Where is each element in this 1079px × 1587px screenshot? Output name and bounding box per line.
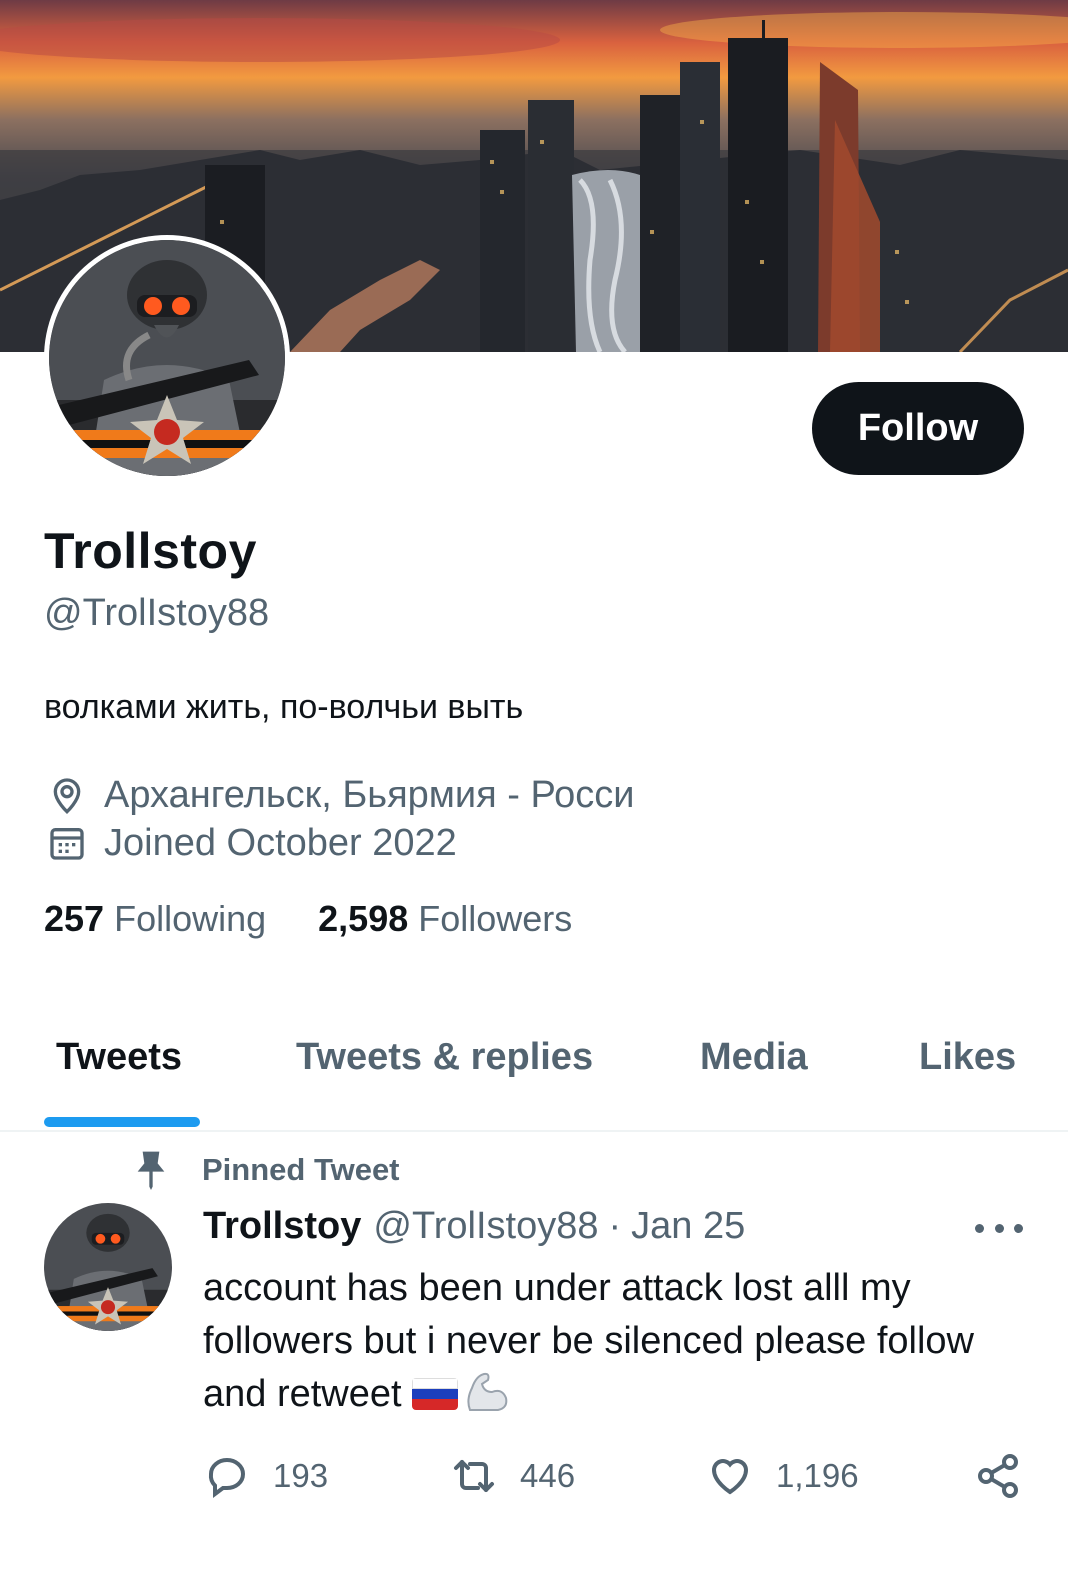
tweet-separator: · bbox=[608, 1205, 622, 1247]
profile-handle: @TrolIstoy88 bbox=[44, 592, 270, 634]
tab-media[interactable]: Media bbox=[700, 1036, 808, 1079]
following-count: 257 bbox=[44, 898, 105, 939]
tweet-author-handle[interactable]: @TrolIstoy88 bbox=[373, 1205, 598, 1248]
pin-icon bbox=[134, 1150, 170, 1190]
tab-likes[interactable]: Likes bbox=[919, 1036, 1016, 1079]
tweet-author-avatar[interactable] bbox=[44, 1203, 172, 1331]
reply-icon bbox=[203, 1452, 251, 1500]
location-text: Архангельск, Бьярмия - Росси bbox=[104, 773, 635, 816]
share-button[interactable] bbox=[974, 1452, 1044, 1500]
map-pin-icon bbox=[44, 772, 90, 818]
profile-tabs: Tweets Tweets & replies Media Likes bbox=[0, 1020, 1068, 1132]
active-tab-indicator bbox=[44, 1117, 200, 1127]
following-label: Following bbox=[114, 898, 267, 939]
profile-avatar[interactable] bbox=[44, 235, 290, 481]
pinned-tweet-label: Pinned Tweet bbox=[134, 1150, 400, 1190]
soldier-avatar-image bbox=[49, 240, 285, 476]
tweet-date[interactable]: Jan 25 bbox=[631, 1205, 745, 1248]
share-icon bbox=[974, 1452, 1022, 1500]
profile-stats: 257 Following 2,598 Followers bbox=[44, 898, 572, 940]
retweet-button[interactable]: 446 bbox=[450, 1452, 575, 1500]
joined-text: Joined October 2022 bbox=[104, 821, 457, 864]
pinned-text: Pinned Tweet bbox=[202, 1152, 400, 1187]
retweet-icon bbox=[450, 1452, 498, 1500]
tab-tweets[interactable]: Tweets bbox=[56, 1036, 182, 1079]
profile-joined-date: Joined October 2022 bbox=[44, 820, 457, 866]
tweet-body: account has been under attack lost alll … bbox=[203, 1267, 974, 1415]
like-count: 1,196 bbox=[776, 1457, 859, 1494]
soldier-avatar-image bbox=[44, 1203, 172, 1331]
tweet-author-name[interactable]: Trollstoy bbox=[203, 1205, 361, 1248]
profile-display-name: Trollstoy bbox=[44, 523, 257, 579]
retweet-count: 446 bbox=[520, 1457, 576, 1494]
heart-icon bbox=[706, 1452, 754, 1500]
following-link[interactable]: 257 Following bbox=[44, 898, 266, 940]
profile-location: Архангельск, Бьярмия - Росси bbox=[44, 772, 635, 818]
followers-count: 2,598 bbox=[318, 898, 409, 939]
tab-tweets-replies[interactable]: Tweets & replies bbox=[296, 1036, 593, 1079]
flexed-biceps-emoji bbox=[462, 1370, 510, 1414]
followers-link[interactable]: 2,598 Followers bbox=[318, 898, 572, 940]
tweet-text: account has been under attack lost alll … bbox=[203, 1262, 1033, 1421]
reply-button[interactable]: 193 bbox=[203, 1452, 328, 1500]
follow-button[interactable]: Follow bbox=[812, 382, 1024, 475]
followers-label: Followers bbox=[418, 898, 573, 939]
like-button[interactable]: 1,196 bbox=[706, 1452, 859, 1500]
reply-count: 193 bbox=[273, 1457, 329, 1494]
profile-bio: волками жить, по-волчьи выть bbox=[44, 688, 524, 726]
more-horizontal-icon[interactable] bbox=[975, 1210, 1023, 1246]
tweet-header: Trollstoy @TrolIstoy88 · Jan 25 bbox=[203, 1205, 745, 1248]
calendar-icon bbox=[44, 820, 90, 866]
russian-flag-emoji bbox=[411, 1378, 458, 1410]
